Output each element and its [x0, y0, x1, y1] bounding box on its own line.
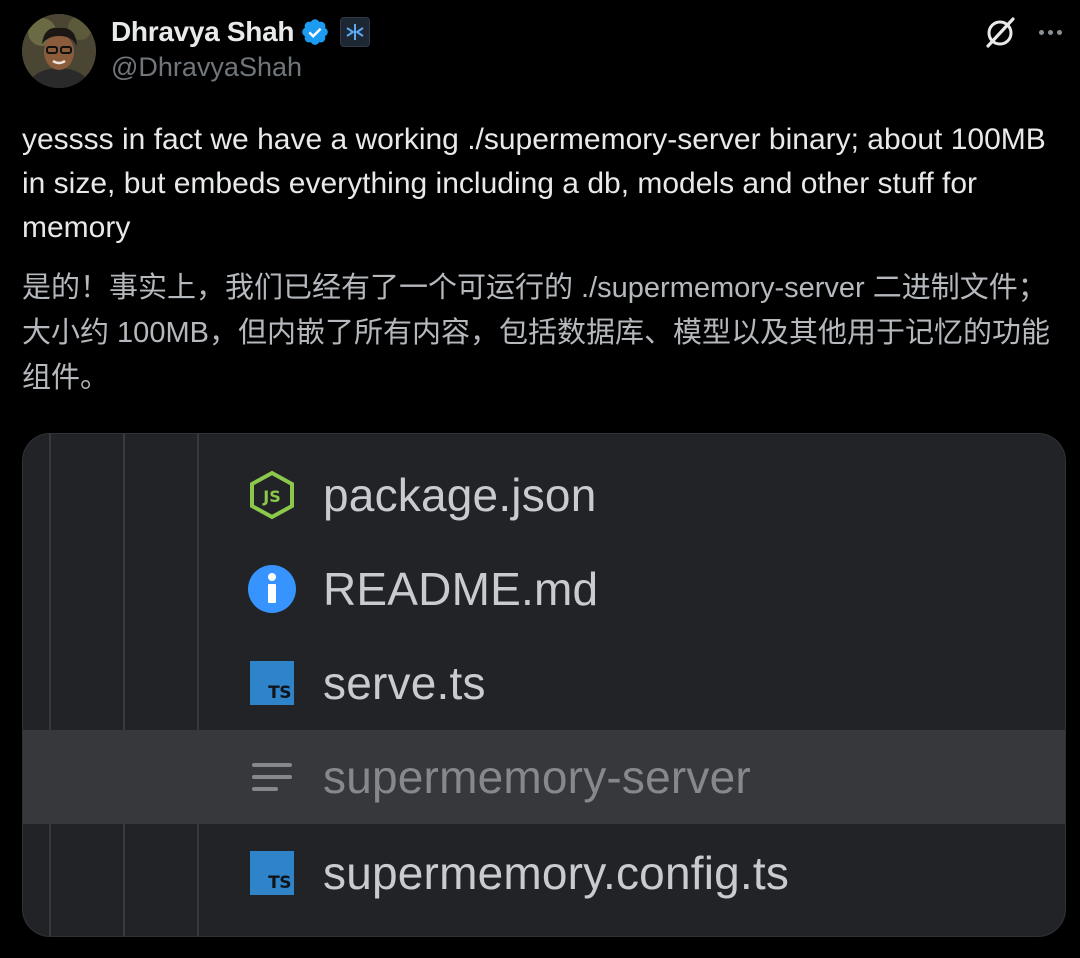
more-options-icon[interactable] — [1032, 14, 1068, 50]
file-row-readme: README.md — [23, 542, 1065, 636]
verified-badge-icon[interactable] — [300, 17, 330, 47]
ts-label: TS — [268, 683, 291, 703]
file-name: README.md — [323, 563, 599, 615]
file-name: package.json — [323, 469, 597, 521]
translated-text: 是的！事实上，我们已经有了一个可运行的 ./supermemory-server… — [22, 272, 1050, 394]
file-row-serve-ts: TS serve.ts — [23, 636, 1065, 730]
author-name-row: Dhravya Shah — [111, 14, 371, 50]
tweet-text: yessss in fact we have a working ./super… — [22, 123, 1046, 244]
ts-label: TS — [268, 873, 291, 893]
text-file-icon — [247, 752, 297, 802]
avatar-image — [22, 14, 96, 88]
media-image[interactable]: JS package.json README.md TS serve.ts su… — [22, 433, 1066, 937]
file-row-package-json: JS package.json — [23, 448, 1065, 542]
js-label: JS — [262, 487, 280, 506]
dot — [1047, 29, 1053, 35]
file-row-supermemory-server: supermemory-server — [23, 730, 1065, 824]
file-name: supermemory.config.ts — [323, 847, 790, 899]
author-handle[interactable]: @DhravyaShah — [111, 52, 302, 83]
dot — [1056, 29, 1062, 35]
grok-icon[interactable] — [982, 14, 1018, 50]
info-icon — [247, 564, 297, 614]
tweet: Dhravya Shah @DhravyaShah yessss in fact — [0, 0, 1080, 958]
file-row-config-ts: TS supermemory.config.ts — [23, 826, 1065, 920]
file-name: serve.ts — [323, 657, 486, 709]
nodejs-icon: JS — [247, 470, 297, 520]
author-display-name[interactable]: Dhravya Shah — [111, 16, 294, 48]
avatar[interactable] — [22, 14, 96, 88]
affiliate-badge-icon[interactable] — [340, 17, 371, 47]
file-name: supermemory-server — [323, 751, 751, 803]
typescript-icon: TS — [247, 658, 297, 708]
dot — [1038, 29, 1044, 35]
typescript-icon: TS — [247, 848, 297, 898]
